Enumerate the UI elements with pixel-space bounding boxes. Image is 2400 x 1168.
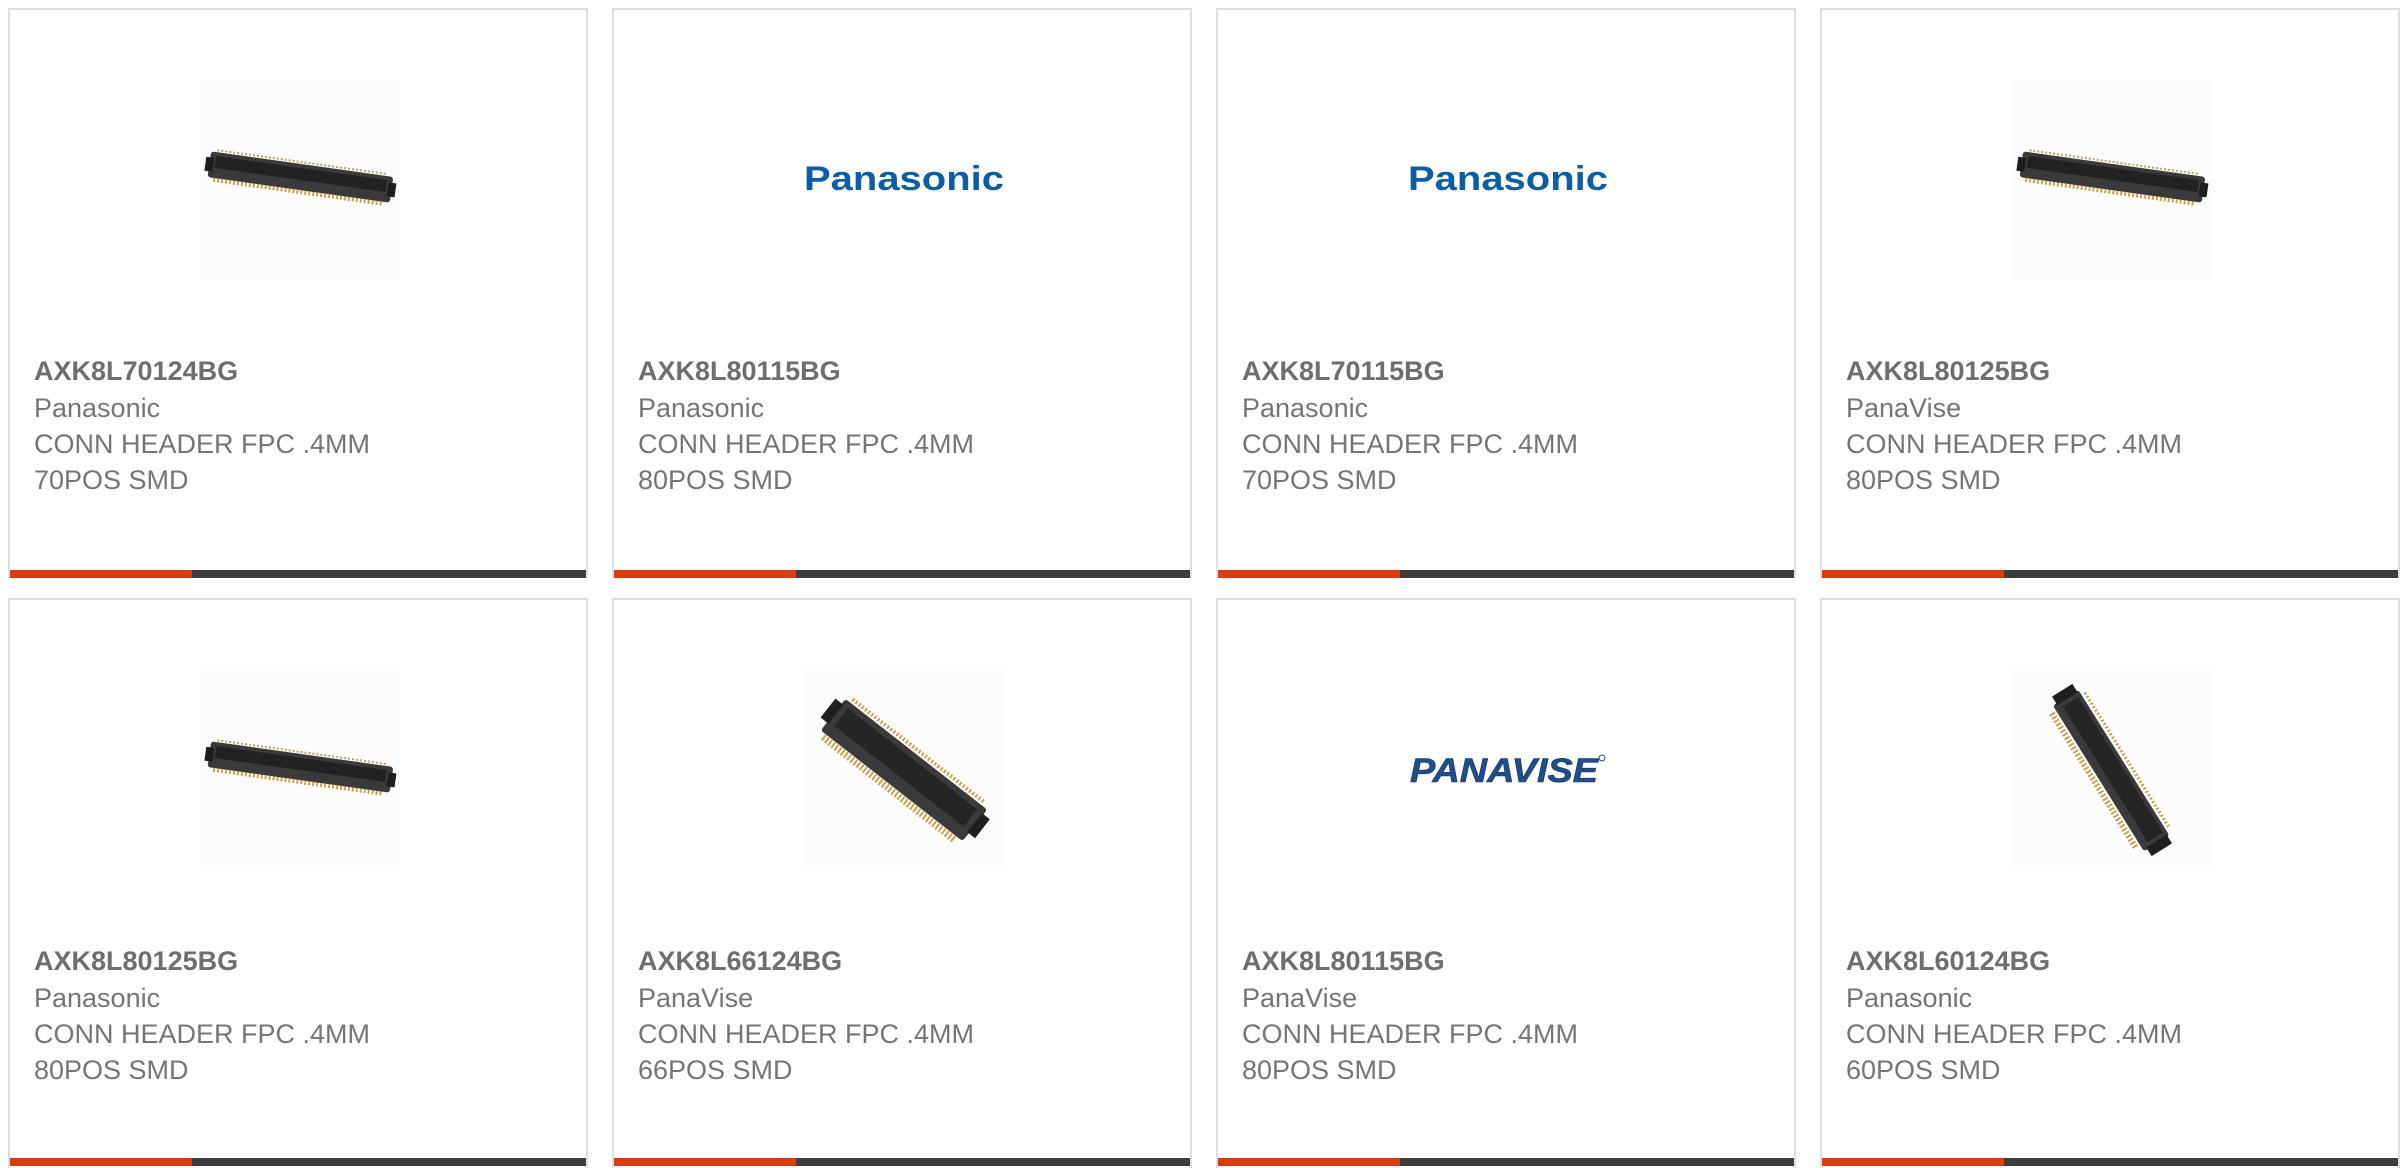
description-line2: 70POS SMD — [34, 465, 189, 495]
description-line2: 70POS SMD — [1242, 465, 1397, 495]
description-line1: CONN HEADER FPC .4MM — [1242, 429, 1579, 459]
description-line2: 80POS SMD — [638, 465, 793, 495]
card-bottom-bar — [1822, 1158, 2398, 1166]
card-accent-bar — [614, 570, 796, 578]
product-card[interactable]: Panasonic AXK8L70115BG Panasonic CONN HE… — [1216, 8, 1796, 578]
part-number[interactable]: AXK8L60124BG — [1846, 942, 2386, 980]
description-line1: CONN HEADER FPC .4MM — [34, 429, 371, 459]
description-line2: 80POS SMD — [1846, 465, 2001, 495]
description-line1: CONN HEADER FPC .4MM — [1846, 1019, 2183, 1049]
logo-text: Panasonic — [1408, 160, 1608, 198]
connector-horizontal-image — [200, 80, 400, 280]
part-number[interactable]: AXK8L80125BG — [1846, 352, 2386, 390]
product-card[interactable]: Panasonic AXK8L80115BG Panasonic CONN HE… — [612, 8, 1192, 578]
connector-diagonal-image — [804, 670, 1004, 870]
card-accent-bar — [1218, 1158, 1400, 1166]
description-line1: CONN HEADER FPC .4MM — [1242, 1019, 1579, 1049]
part-number[interactable]: AXK8L70115BG — [1242, 352, 1782, 390]
description-line1: CONN HEADER FPC .4MM — [34, 1019, 371, 1049]
manufacturer: Panasonic — [1242, 393, 1369, 423]
manufacturer: Panasonic — [1846, 983, 1973, 1013]
card-bottom-bar — [1822, 570, 2398, 578]
part-number[interactable]: AXK8L70124BG — [34, 352, 574, 390]
logo-text: PANAVISE — [1410, 752, 1599, 790]
card-bottom-bar — [1218, 570, 1794, 578]
panavise-logo: PANAVISE — [1408, 670, 1608, 870]
card-bottom-bar — [614, 1158, 1190, 1166]
connector-steep-image — [2012, 670, 2212, 870]
manufacturer: Panasonic — [34, 393, 161, 423]
description-line2: 80POS SMD — [1242, 1055, 1397, 1085]
description-line1: CONN HEADER FPC .4MM — [638, 429, 975, 459]
panasonic-logo: Panasonic — [804, 80, 1004, 280]
manufacturer: Panasonic — [34, 983, 161, 1013]
card-bottom-bar — [10, 1158, 586, 1166]
logo-text: Panasonic — [804, 160, 1004, 198]
card-accent-bar — [10, 570, 192, 578]
manufacturer: Panasonic — [638, 393, 765, 423]
connector-horizontal-image — [2012, 80, 2212, 280]
manufacturer: PanaVise — [1242, 983, 1358, 1013]
description-line2: 66POS SMD — [638, 1055, 793, 1085]
card-accent-bar — [1822, 1158, 2004, 1166]
card-bottom-bar — [1218, 1158, 1794, 1166]
description-line1: CONN HEADER FPC .4MM — [638, 1019, 975, 1049]
product-card[interactable]: AXK8L70124BG Panasonic CONN HEADER FPC .… — [8, 8, 588, 578]
card-bottom-bar — [10, 570, 586, 578]
product-card[interactable]: AXK8L80125BG PanaVise CONN HEADER FPC .4… — [1820, 8, 2400, 578]
connector-horizontal-image — [200, 670, 400, 870]
manufacturer: PanaVise — [1846, 393, 1962, 423]
part-number[interactable]: AXK8L66124BG — [638, 942, 1178, 980]
card-accent-bar — [614, 1158, 796, 1166]
card-accent-bar — [10, 1158, 192, 1166]
part-number[interactable]: AXK8L80125BG — [34, 942, 574, 980]
product-card[interactable]: AXK8L60124BG Panasonic CONN HEADER FPC .… — [1820, 598, 2400, 1168]
description-line2: 60POS SMD — [1846, 1055, 2001, 1085]
card-bottom-bar — [614, 570, 1190, 578]
product-card[interactable]: PANAVISE AXK8L80115BG PanaVise CONN HEAD… — [1216, 598, 1796, 1168]
card-accent-bar — [1822, 570, 2004, 578]
part-number[interactable]: AXK8L80115BG — [638, 352, 1178, 390]
description-line2: 80POS SMD — [34, 1055, 189, 1085]
description-line1: CONN HEADER FPC .4MM — [1846, 429, 2183, 459]
product-card[interactable]: AXK8L80125BG Panasonic CONN HEADER FPC .… — [8, 598, 588, 1168]
manufacturer: PanaVise — [638, 983, 754, 1013]
product-card[interactable]: AXK8L66124BG PanaVise CONN HEADER FPC .4… — [612, 598, 1192, 1168]
card-accent-bar — [1218, 570, 1400, 578]
part-number[interactable]: AXK8L80115BG — [1242, 942, 1782, 980]
panasonic-logo: Panasonic — [1408, 80, 1608, 280]
product-grid: AXK8L70124BG Panasonic CONN HEADER FPC .… — [0, 0, 2400, 1168]
